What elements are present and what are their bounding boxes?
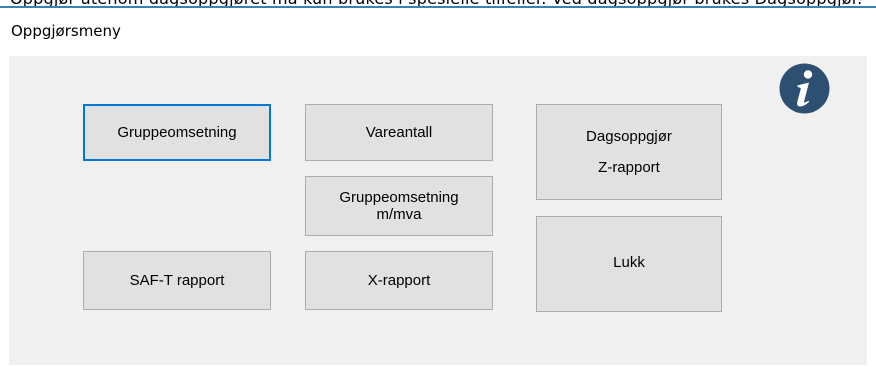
gruppeomsetning-mva-label-line1: Gruppeomsetning (339, 189, 459, 206)
vareantall-label: Vareantall (365, 124, 433, 141)
gruppeomsetning-label: Gruppeomsetning (117, 124, 237, 141)
lukk-label: Lukk (613, 254, 645, 271)
gruppeomsetning-mva-label-line2: m/mva (376, 206, 422, 223)
saft-rapport-label: SAF-T rapport (129, 272, 225, 289)
window-title: Oppgjørsmeny (11, 22, 121, 40)
saft-rapport-button[interactable]: SAF-T rapport (83, 251, 271, 310)
dagsoppgjor-label: Dagsoppgjør (586, 128, 672, 145)
lukk-button[interactable]: Lukk (536, 216, 722, 312)
z-rapport-label: Z-rapport (598, 159, 660, 176)
dagsoppgjor-button[interactable]: Dagsoppgjør Z-rapport (536, 104, 722, 200)
vareantall-button[interactable]: Vareantall (305, 104, 493, 161)
gruppeomsetning-button[interactable]: Gruppeomsetning (83, 104, 271, 161)
accent-line (0, 6, 876, 8)
top-strip: Oppgjør utenom dagsoppgjøret må kun bruk… (0, 0, 876, 8)
gruppeomsetning-mva-button[interactable]: Gruppeomsetning m/mva (305, 176, 493, 236)
x-rapport-button[interactable]: X-rapport (305, 251, 493, 310)
x-rapport-label: X-rapport (367, 272, 431, 289)
info-icon[interactable] (779, 63, 830, 114)
